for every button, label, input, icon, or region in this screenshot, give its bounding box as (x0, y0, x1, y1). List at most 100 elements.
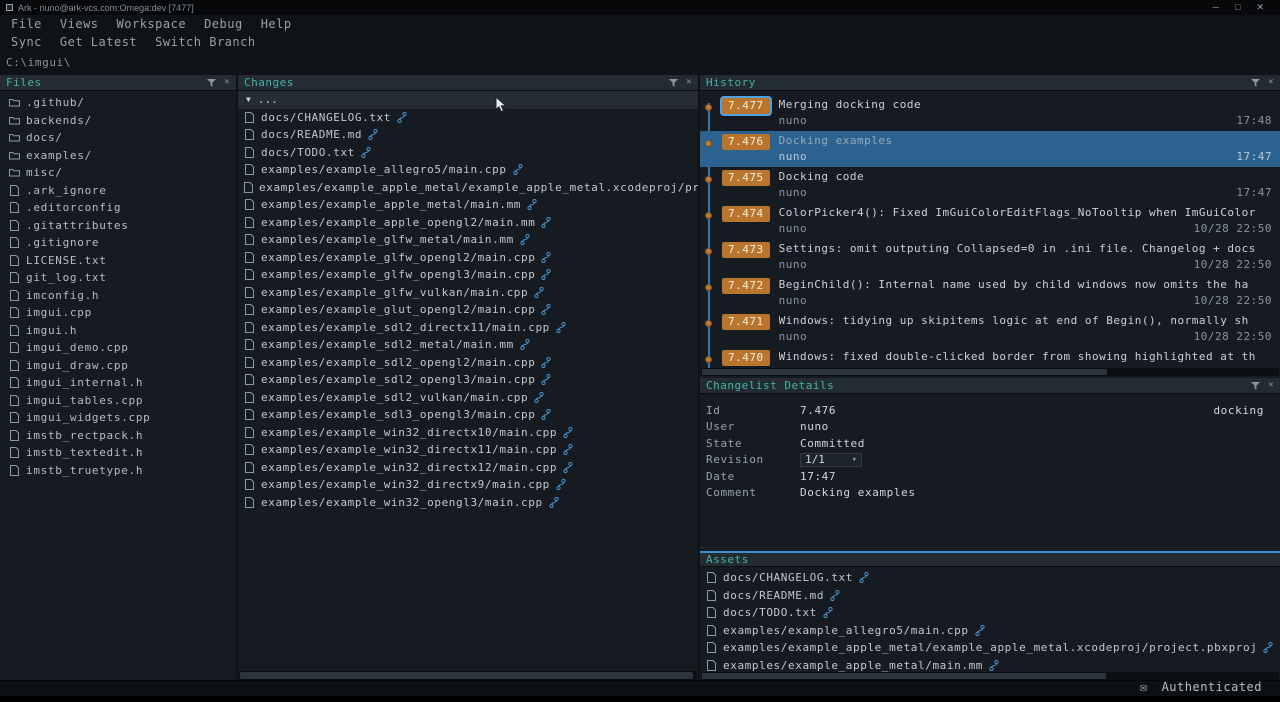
maximize-button[interactable]: □ (1235, 2, 1240, 13)
file-label: imgui_draw.cpp (26, 359, 129, 372)
change-row[interactable]: examples/example_glfw_opengl2/main.cpp (238, 249, 698, 267)
change-row[interactable]: examples/example_sdl2_opengl2/main.cpp (238, 354, 698, 372)
expand-triangle-icon[interactable]: ▼ (246, 95, 251, 104)
file-row[interactable]: imstb_truetype.h (0, 462, 236, 480)
file-row[interactable]: imgui.h (0, 322, 236, 340)
change-row[interactable]: examples/example_glfw_opengl3/main.cpp (238, 266, 698, 284)
change-row[interactable]: examples/example_sdl2_vulkan/main.cpp (238, 389, 698, 407)
close-button[interactable]: ✕ (1256, 2, 1264, 13)
change-row[interactable]: examples/example_sdl2_directx11/main.cpp (238, 319, 698, 337)
filter-icon[interactable] (1251, 79, 1260, 87)
change-row[interactable]: examples/example_glfw_vulkan/main.cpp (238, 284, 698, 302)
file-row[interactable]: imgui_internal.h (0, 374, 236, 392)
field-value-state: Committed (800, 437, 865, 450)
change-row[interactable]: examples/example_apple_metal/main.mm (238, 196, 698, 214)
file-icon (9, 255, 20, 266)
file-label: git_log.txt (26, 271, 107, 284)
toolbar-button[interactable]: Switch Branch (146, 35, 264, 49)
field-value-id: 7.476 (800, 404, 836, 417)
file-icon (244, 339, 255, 350)
asset-row[interactable]: docs/CHANGELOG.txt (700, 569, 1280, 587)
filter-icon[interactable] (1251, 382, 1260, 390)
history-hscrollbar[interactable] (701, 368, 1279, 376)
change-row[interactable]: examples/example_apple_metal/example_app… (238, 179, 698, 197)
change-row[interactable]: examples/example_win32_directx12/main.cp… (238, 459, 698, 477)
history-row[interactable]: 7.471 Windows: tidying up skipitems logi… (700, 311, 1280, 347)
menu-item[interactable]: File (2, 17, 51, 31)
field-label-comment: Comment (706, 486, 800, 499)
history-row[interactable]: 7.477 Merging docking code nuno 17:48 (700, 95, 1280, 131)
asset-row[interactable]: examples/example_apple_metal/main.mm (700, 657, 1280, 673)
changes-hscrollbar[interactable] (239, 671, 697, 680)
change-row[interactable]: examples/example_glut_opengl2/main.cpp (238, 301, 698, 319)
change-row[interactable]: examples/example_allegro5/main.cpp (238, 161, 698, 179)
close-panel-icon[interactable]: ✕ (1268, 381, 1274, 390)
file-row[interactable]: imgui.cpp (0, 304, 236, 322)
change-row[interactable]: docs/CHANGELOG.txt (238, 109, 698, 127)
file-row[interactable]: examples/ (0, 147, 236, 165)
menu-item[interactable]: Help (252, 17, 301, 31)
file-row[interactable]: docs/ (0, 129, 236, 147)
file-row[interactable]: imconfig.h (0, 287, 236, 305)
toolbar-button[interactable]: Sync (2, 35, 51, 49)
file-row[interactable]: misc/ (0, 164, 236, 182)
history-row[interactable]: 7.475 Docking code nuno 17:47 (700, 167, 1280, 203)
revision-select[interactable]: 1/1 ▾ (800, 453, 862, 467)
file-row[interactable]: .gitattributes (0, 217, 236, 235)
change-row[interactable]: examples/example_sdl2_opengl3/main.cpp (238, 371, 698, 389)
file-icon (9, 185, 20, 196)
toolbar-button[interactable]: Get Latest (51, 35, 146, 49)
filter-icon[interactable] (207, 79, 216, 87)
changes-root-row[interactable]: ▼ ... (238, 91, 698, 109)
file-row[interactable]: imgui_demo.cpp (0, 339, 236, 357)
history-row[interactable]: 7.472 BeginChild(): Internal name used b… (700, 275, 1280, 311)
file-row[interactable]: .ark_ignore (0, 182, 236, 200)
history-row[interactable]: 7.470 Windows: fixed double-clicked bord… (700, 347, 1280, 368)
commit-time: 10/28 22:50 (1194, 222, 1272, 235)
change-row[interactable]: examples/example_apple_opengl2/main.mm (238, 214, 698, 232)
change-row[interactable]: examples/example_glfw_metal/main.mm (238, 231, 698, 249)
change-path: docs/README.md (261, 128, 362, 141)
asset-row[interactable]: examples/example_apple_metal/example_app… (700, 639, 1280, 657)
menu-item[interactable]: Workspace (108, 17, 196, 31)
change-row[interactable]: examples/example_sdl2_metal/main.mm (238, 336, 698, 354)
change-path: examples/example_glfw_opengl3/main.cpp (261, 268, 535, 281)
history-row[interactable]: 7.473 Settings: omit outputing Collapsed… (700, 239, 1280, 275)
file-row[interactable]: imgui_draw.cpp (0, 357, 236, 375)
changeset-badge: 7.471 (722, 314, 770, 330)
filter-icon[interactable] (669, 79, 678, 87)
asset-row[interactable]: docs/README.md (700, 587, 1280, 605)
scrollbar-thumb[interactable] (702, 369, 1107, 375)
close-panel-icon[interactable]: ✕ (224, 78, 230, 87)
file-row[interactable]: .gitignore (0, 234, 236, 252)
asset-row[interactable]: docs/TODO.txt (700, 604, 1280, 622)
menu-item[interactable]: Views (51, 17, 108, 31)
history-row[interactable]: 7.476 Docking examples nuno 17:47 (700, 131, 1280, 167)
commit-time: 10/28 22:50 (1194, 294, 1272, 307)
history-row[interactable]: 7.474 ColorPicker4(): Fixed ImGuiColorEd… (700, 203, 1280, 239)
change-row[interactable]: docs/TODO.txt (238, 144, 698, 162)
change-row[interactable]: examples/example_win32_directx11/main.cp… (238, 441, 698, 459)
file-row[interactable]: .github/ (0, 94, 236, 112)
menu-item[interactable]: Debug (195, 17, 252, 31)
change-row[interactable]: examples/example_win32_directx9/main.cpp (238, 476, 698, 494)
scrollbar-thumb[interactable] (702, 673, 1106, 679)
change-row[interactable]: examples/example_sdl3_opengl3/main.cpp (238, 406, 698, 424)
file-row[interactable]: .editorconfig (0, 199, 236, 217)
close-panel-icon[interactable]: ✕ (686, 78, 692, 87)
minimize-button[interactable]: ─ (1213, 2, 1219, 13)
file-row[interactable]: git_log.txt (0, 269, 236, 287)
scrollbar-thumb[interactable] (240, 672, 693, 679)
file-row[interactable]: imgui_widgets.cpp (0, 409, 236, 427)
file-row[interactable]: backends/ (0, 112, 236, 130)
change-row[interactable]: examples/example_win32_opengl3/main.cpp (238, 494, 698, 512)
change-row[interactable]: docs/README.md (238, 126, 698, 144)
change-path: examples/example_win32_directx9/main.cpp (261, 478, 550, 491)
file-row[interactable]: imstb_textedit.h (0, 444, 236, 462)
change-row[interactable]: examples/example_win32_directx10/main.cp… (238, 424, 698, 442)
file-row[interactable]: imstb_rectpack.h (0, 427, 236, 445)
asset-row[interactable]: examples/example_allegro5/main.cpp (700, 622, 1280, 640)
close-panel-icon[interactable]: ✕ (1268, 78, 1274, 87)
file-row[interactable]: LICENSE.txt (0, 252, 236, 270)
file-row[interactable]: imgui_tables.cpp (0, 392, 236, 410)
